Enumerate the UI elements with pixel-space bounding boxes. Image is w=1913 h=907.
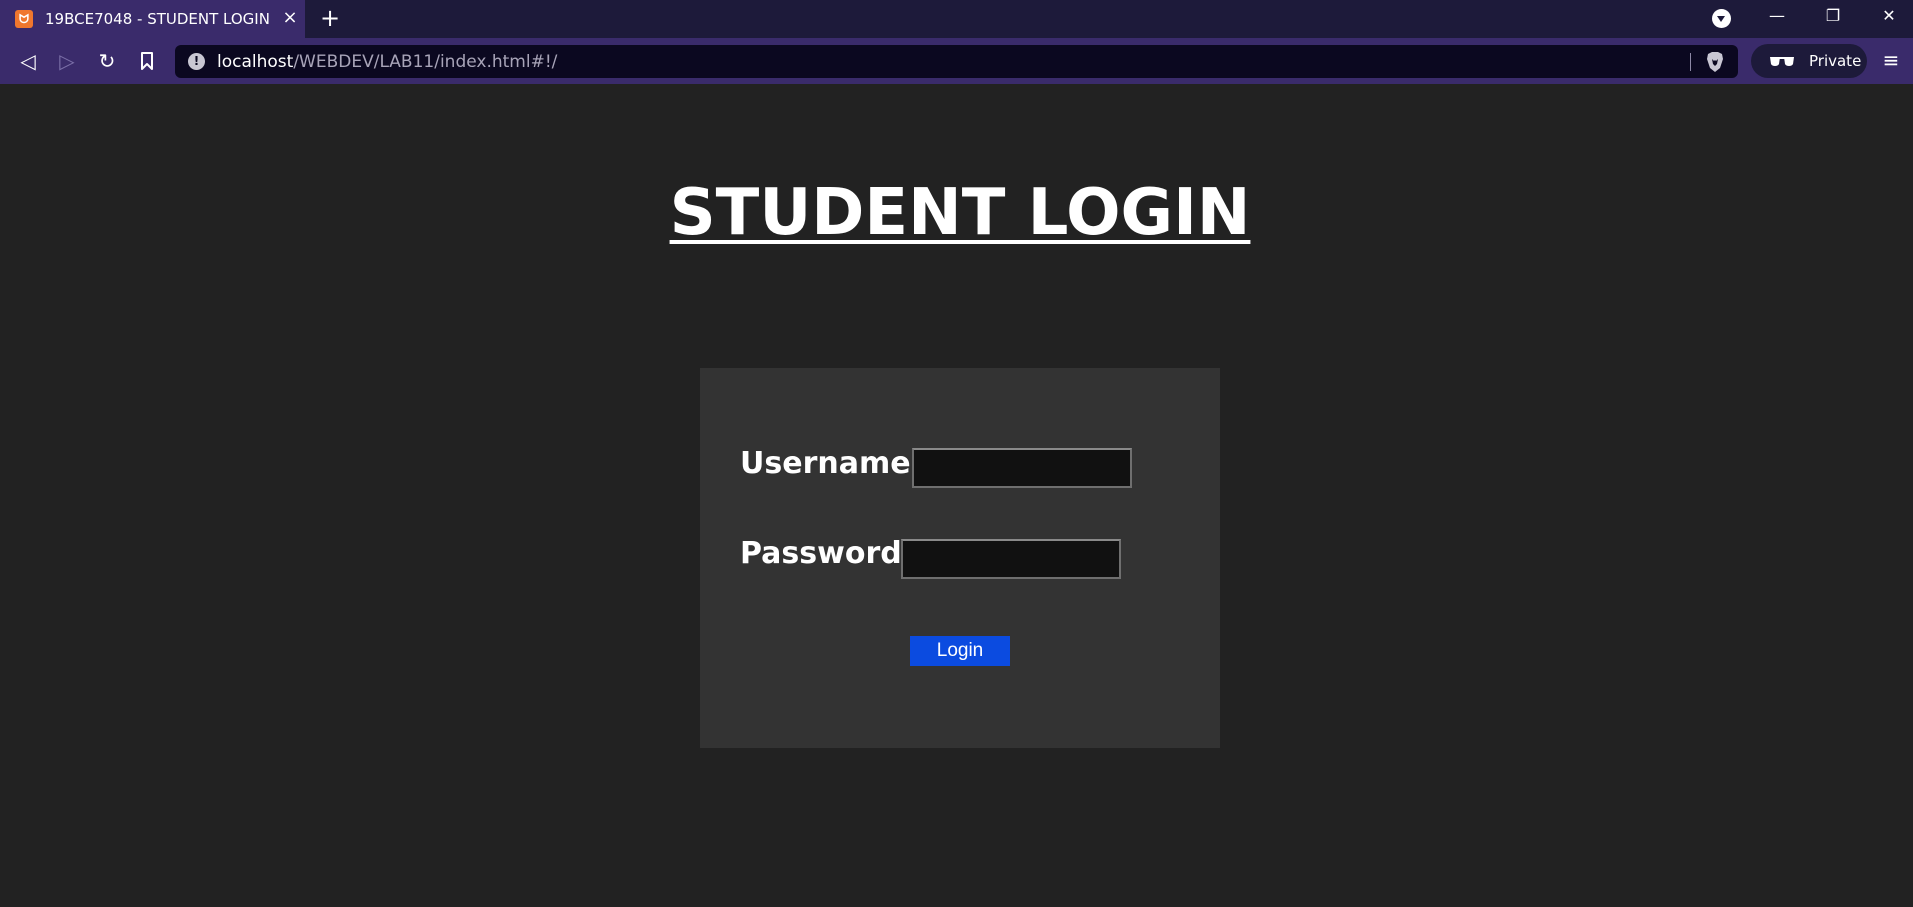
tab-title: 19BCE7048 - STUDENT LOGIN xyxy=(45,10,270,28)
page-content: STUDENT LOGIN Username : Password : Logi… xyxy=(0,84,1913,907)
private-window-badge[interactable]: Private xyxy=(1751,44,1867,78)
forward-button[interactable]: ▷ xyxy=(53,47,81,75)
browser-window: ᗢ 19BCE7048 - STUDENT LOGIN × + — ❐ ✕ ◁ … xyxy=(0,0,1913,907)
restore-button[interactable]: ❐ xyxy=(1818,6,1848,30)
site-info-icon[interactable]: ! xyxy=(188,53,205,70)
password-label: Password : xyxy=(740,536,925,571)
back-button[interactable]: ◁ xyxy=(14,47,42,75)
address-bar[interactable]: ! localhost/WEBDEV/LAB11/index.html#!/ xyxy=(175,45,1738,78)
login-form: Username : Password : Login xyxy=(700,368,1220,748)
bookmark-icon xyxy=(141,52,153,70)
new-tab-button[interactable]: + xyxy=(318,4,342,32)
url-path: /WEBDEV/LAB11/index.html#!/ xyxy=(293,52,558,72)
brave-shields-icon[interactable] xyxy=(1705,51,1725,73)
username-input[interactable] xyxy=(912,448,1132,488)
minimize-button[interactable]: — xyxy=(1762,6,1792,30)
tab-search-dropdown-icon[interactable] xyxy=(1712,9,1731,28)
menu-icon[interactable]: ≡ xyxy=(1880,49,1902,71)
username-label: Username : xyxy=(740,446,934,481)
private-glasses-icon xyxy=(1770,57,1794,66)
address-url[interactable]: localhost/WEBDEV/LAB11/index.html#!/ xyxy=(217,52,557,72)
login-button[interactable]: Login xyxy=(910,636,1010,666)
reload-button[interactable]: ↻ xyxy=(93,47,121,75)
active-tab[interactable]: ᗢ 19BCE7048 - STUDENT LOGIN × xyxy=(0,0,305,38)
address-divider xyxy=(1690,53,1691,71)
private-label: Private xyxy=(1809,52,1862,70)
bookmark-button[interactable] xyxy=(133,47,161,75)
page-title: STUDENT LOGIN xyxy=(669,176,1251,250)
password-input[interactable] xyxy=(901,539,1121,579)
close-window-button[interactable]: ✕ xyxy=(1874,6,1904,30)
url-host: localhost xyxy=(217,52,294,72)
tab-close-icon[interactable]: × xyxy=(280,7,300,29)
tab-strip: ᗢ 19BCE7048 - STUDENT LOGIN × + — ❐ ✕ xyxy=(0,0,1913,38)
browser-toolbar: ◁ ▷ ↻ ! localhost/WEBDEV/LAB11/index.htm… xyxy=(0,38,1913,84)
xampp-icon: ᗢ xyxy=(15,10,33,28)
